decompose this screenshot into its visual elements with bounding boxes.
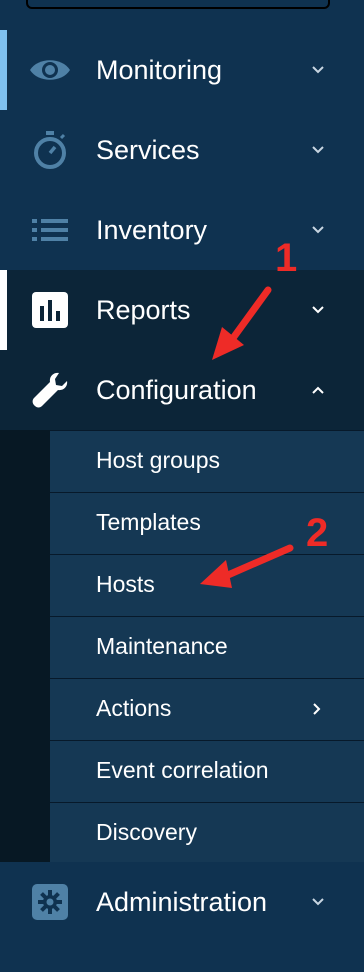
active-indicator — [0, 30, 7, 110]
submenu-item-label: Event correlation — [96, 757, 269, 783]
submenu-item-event-correlation[interactable]: Event correlation — [50, 740, 364, 802]
menu-item-administration[interactable]: Administration — [0, 862, 364, 942]
menu-item-label: Reports — [96, 294, 191, 325]
chevron-down-icon — [312, 306, 324, 314]
search-input[interactable] — [26, 0, 330, 9]
annotation-step-2: 2 — [306, 511, 329, 555]
menu-item-label: Administration — [96, 886, 268, 917]
chevron-up-icon — [312, 386, 324, 394]
menu-item-reports[interactable]: Reports — [0, 270, 364, 350]
submenu-item-actions[interactable]: Actions — [50, 678, 364, 740]
menu-item-label: Configuration — [96, 374, 257, 405]
submenu-item-label: Maintenance — [96, 633, 228, 659]
menu-item-label: Inventory — [96, 214, 208, 245]
list-icon — [28, 210, 72, 250]
chevron-down-icon — [312, 898, 324, 906]
menu-item-label: Monitoring — [96, 54, 223, 85]
menu-item-configuration[interactable]: Configuration — [0, 350, 364, 430]
hover-indicator — [0, 270, 7, 350]
stopwatch-icon — [28, 130, 72, 170]
submenu-item-host-groups[interactable]: Host groups — [50, 430, 364, 492]
submenu-item-label: Host groups — [96, 447, 221, 473]
submenu-item-label: Actions — [96, 695, 172, 721]
submenu-item-maintenance[interactable]: Maintenance — [50, 616, 364, 678]
configuration-submenu: Host groups Templates Hosts Maintenance … — [0, 430, 364, 862]
chevron-right-icon — [313, 703, 321, 715]
submenu-item-hosts[interactable]: Hosts — [50, 554, 364, 616]
chevron-down-icon — [312, 66, 324, 74]
gear-icon — [28, 882, 72, 922]
chevron-down-icon — [312, 226, 324, 234]
submenu-item-label: Hosts — [96, 571, 155, 597]
menu-item-inventory[interactable]: Inventory — [0, 190, 364, 270]
menu-item-label: Services — [96, 134, 200, 165]
chevron-down-icon — [312, 146, 324, 154]
submenu-item-label: Discovery — [96, 819, 197, 845]
bar-chart-icon — [28, 290, 72, 330]
search-strip — [0, 0, 364, 30]
annotation-step-1: 1 — [275, 236, 298, 280]
wrench-icon — [28, 370, 72, 410]
submenu-item-discovery[interactable]: Discovery — [50, 802, 364, 862]
submenu-item-label: Templates — [96, 509, 201, 535]
menu-item-services[interactable]: Services — [0, 110, 364, 190]
eye-icon — [28, 50, 72, 90]
sidebar-menu: Monitoring Services Inventory Reports Co… — [0, 0, 364, 972]
menu-item-monitoring[interactable]: Monitoring — [0, 30, 364, 110]
